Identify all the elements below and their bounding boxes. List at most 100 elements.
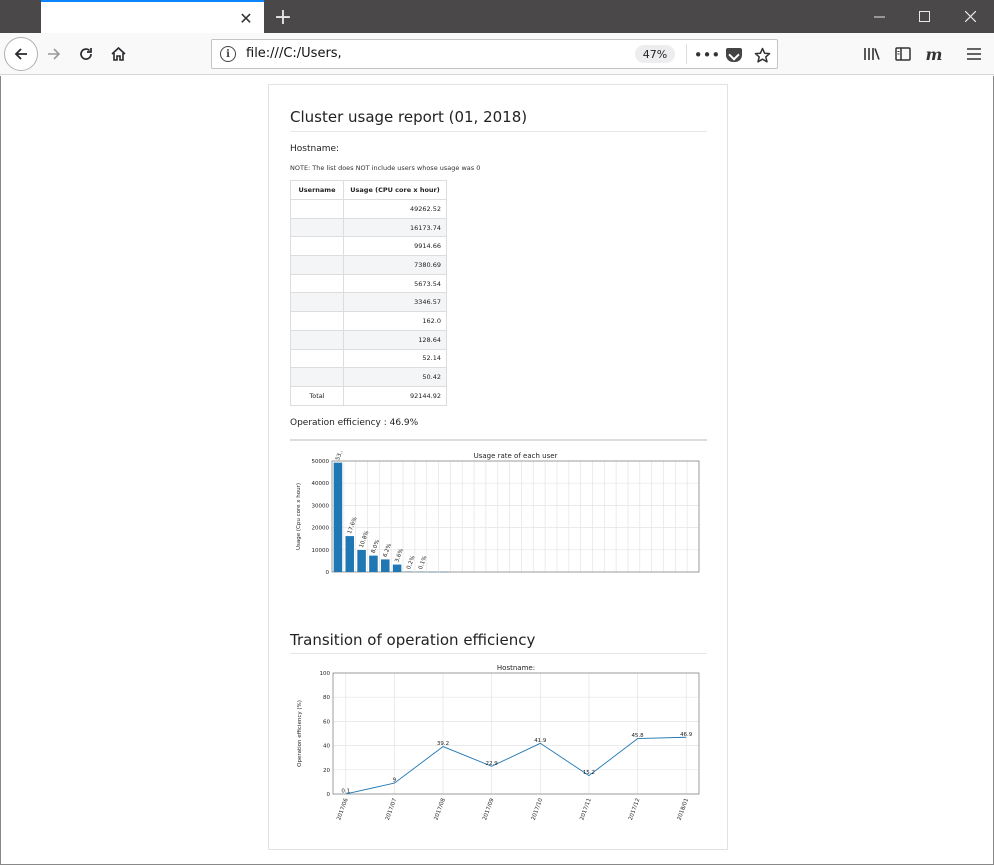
tab-active[interactable]: ✕	[41, 0, 264, 33]
usage-cell: 162.0	[343, 311, 447, 331]
usage-cell: 128.64	[343, 329, 447, 350]
y-tick-label: 20000	[312, 526, 330, 532]
usage-cell: 9914.66	[343, 236, 447, 257]
x-tick-label: 2017/11	[579, 798, 592, 822]
more-actions-icon[interactable]: •••	[694, 44, 721, 66]
report-title: Cluster usage report (01, 2018)	[290, 108, 528, 126]
chart-title: Hostname:	[497, 664, 535, 672]
bar	[345, 536, 355, 572]
usage-cell: 16173.74	[343, 217, 447, 238]
title-bar: ✕ +	[0, 0, 994, 33]
usage-cell: 52.14	[343, 348, 447, 369]
point-data-label: 15.2	[583, 770, 595, 776]
address-bar[interactable]: i file:///C:/Users, 47% •••	[211, 39, 778, 69]
back-arrow-icon[interactable]	[4, 37, 38, 71]
username-cell	[290, 292, 344, 313]
sidebar-icon[interactable]	[888, 38, 918, 70]
y-tick-label: 60	[323, 719, 330, 725]
close-tab-icon[interactable]: ✕	[236, 8, 256, 28]
y-tick-label: 0	[327, 792, 331, 798]
username-cell	[290, 329, 344, 350]
username-cell	[290, 348, 344, 369]
point-data-label: 46.9	[680, 732, 693, 738]
operation-efficiency-text: Operation efficiency : 46.9%	[290, 418, 419, 428]
bar	[333, 462, 343, 572]
hamburger-menu-icon[interactable]	[959, 38, 989, 70]
total-label: Total	[290, 385, 344, 406]
bar-data-label: 17.6%	[347, 516, 359, 534]
total-value: 92144.92	[343, 385, 447, 406]
point-data-label: 39.2	[437, 741, 449, 747]
y-tick-label: 40	[323, 744, 330, 750]
pocket-icon[interactable]	[723, 44, 745, 66]
page-viewport: Cluster usage report (01, 2018) Hostname…	[0, 76, 994, 865]
usage-cell: 7380.69	[343, 255, 447, 275]
username-cell	[290, 236, 344, 257]
x-tick-label: 2017/09	[482, 797, 496, 821]
table-row: 50.42	[290, 367, 447, 387]
x-tick-label: 2017/08	[433, 797, 447, 821]
point-data-label: 0.1	[341, 788, 350, 794]
table-row: 162.0	[290, 311, 447, 331]
usage-cell: 50.42	[343, 367, 447, 387]
y-tick-label: 50000	[312, 459, 330, 465]
bar	[381, 559, 390, 572]
table-row: 7380.69	[290, 255, 447, 275]
home-icon[interactable]	[102, 38, 134, 70]
y-tick-label: 30000	[312, 503, 330, 509]
usage-cell: 3346.57	[343, 292, 447, 313]
y-axis-label: Operation efficiency (%)	[297, 700, 303, 767]
table-row: 49262.52	[290, 199, 447, 219]
zoom-level-badge[interactable]: 47%	[635, 45, 675, 63]
bookmark-star-icon[interactable]	[751, 44, 773, 66]
usage-cell: 5673.54	[343, 273, 447, 294]
x-tick-label: 2017/10	[531, 797, 545, 821]
transition-title: Transition of operation efficiency	[290, 631, 536, 649]
hostname-label: Hostname:	[290, 144, 340, 154]
y-tick-label: 100	[320, 671, 331, 677]
reload-icon[interactable]	[70, 38, 102, 70]
username-cell	[290, 367, 344, 387]
close-window-icon[interactable]	[947, 0, 993, 33]
maximize-icon[interactable]	[901, 0, 947, 33]
x-tick-label: 2017/12	[628, 798, 641, 822]
minimize-icon[interactable]	[856, 0, 902, 33]
bar	[357, 549, 366, 572]
table-row: 52.14	[290, 348, 447, 369]
x-tick-label: 2017/06	[336, 797, 350, 821]
bar	[369, 555, 378, 572]
divider	[290, 131, 707, 132]
point-data-label: 45.8	[631, 733, 644, 739]
point-data-label: 9	[393, 778, 397, 784]
bar	[392, 564, 402, 572]
library-icon[interactable]	[857, 38, 887, 70]
bar-data-label: 53.5%	[335, 451, 347, 461]
usage-bar-chart: Usage rate of each user 0 10000 20000 30000 4…	[296, 451, 700, 576]
divider	[290, 439, 707, 441]
new-tab-icon[interactable]: +	[270, 4, 296, 30]
report-page: Cluster usage report (01, 2018) Hostname…	[268, 84, 728, 850]
chart-title: Usage rate of each user	[474, 452, 558, 460]
y-axis-label: Usage (Cpu core x hour)	[296, 483, 302, 550]
point-data-label: 41.9	[534, 738, 547, 744]
note-text: NOTE: The list does NOT include users wh…	[290, 164, 481, 172]
x-tick-label: 2018/01	[677, 798, 690, 822]
y-tick-label: 40000	[312, 481, 330, 487]
username-cell	[290, 199, 344, 219]
forward-arrow-icon[interactable]	[38, 38, 70, 70]
table-row: 16173.74	[290, 217, 447, 238]
table-row: 3346.57	[290, 292, 447, 313]
y-tick-label: 80	[323, 695, 330, 701]
extension-m-icon[interactable]: m	[919, 38, 949, 70]
table-row: 9914.66	[290, 236, 447, 257]
username-cell	[290, 311, 344, 331]
url-divider	[686, 44, 687, 64]
usage-table: Username Usage (CPU core x hour) 49262.5…	[290, 180, 447, 406]
y-tick-label: 20	[323, 768, 330, 774]
username-cell	[290, 273, 344, 294]
y-tick-label: 0	[326, 570, 330, 576]
url-text[interactable]: file:///C:/Users,	[246, 46, 342, 61]
username-cell	[290, 255, 344, 275]
info-icon[interactable]: i	[220, 46, 236, 62]
point-data-label: 22.9	[486, 761, 499, 767]
